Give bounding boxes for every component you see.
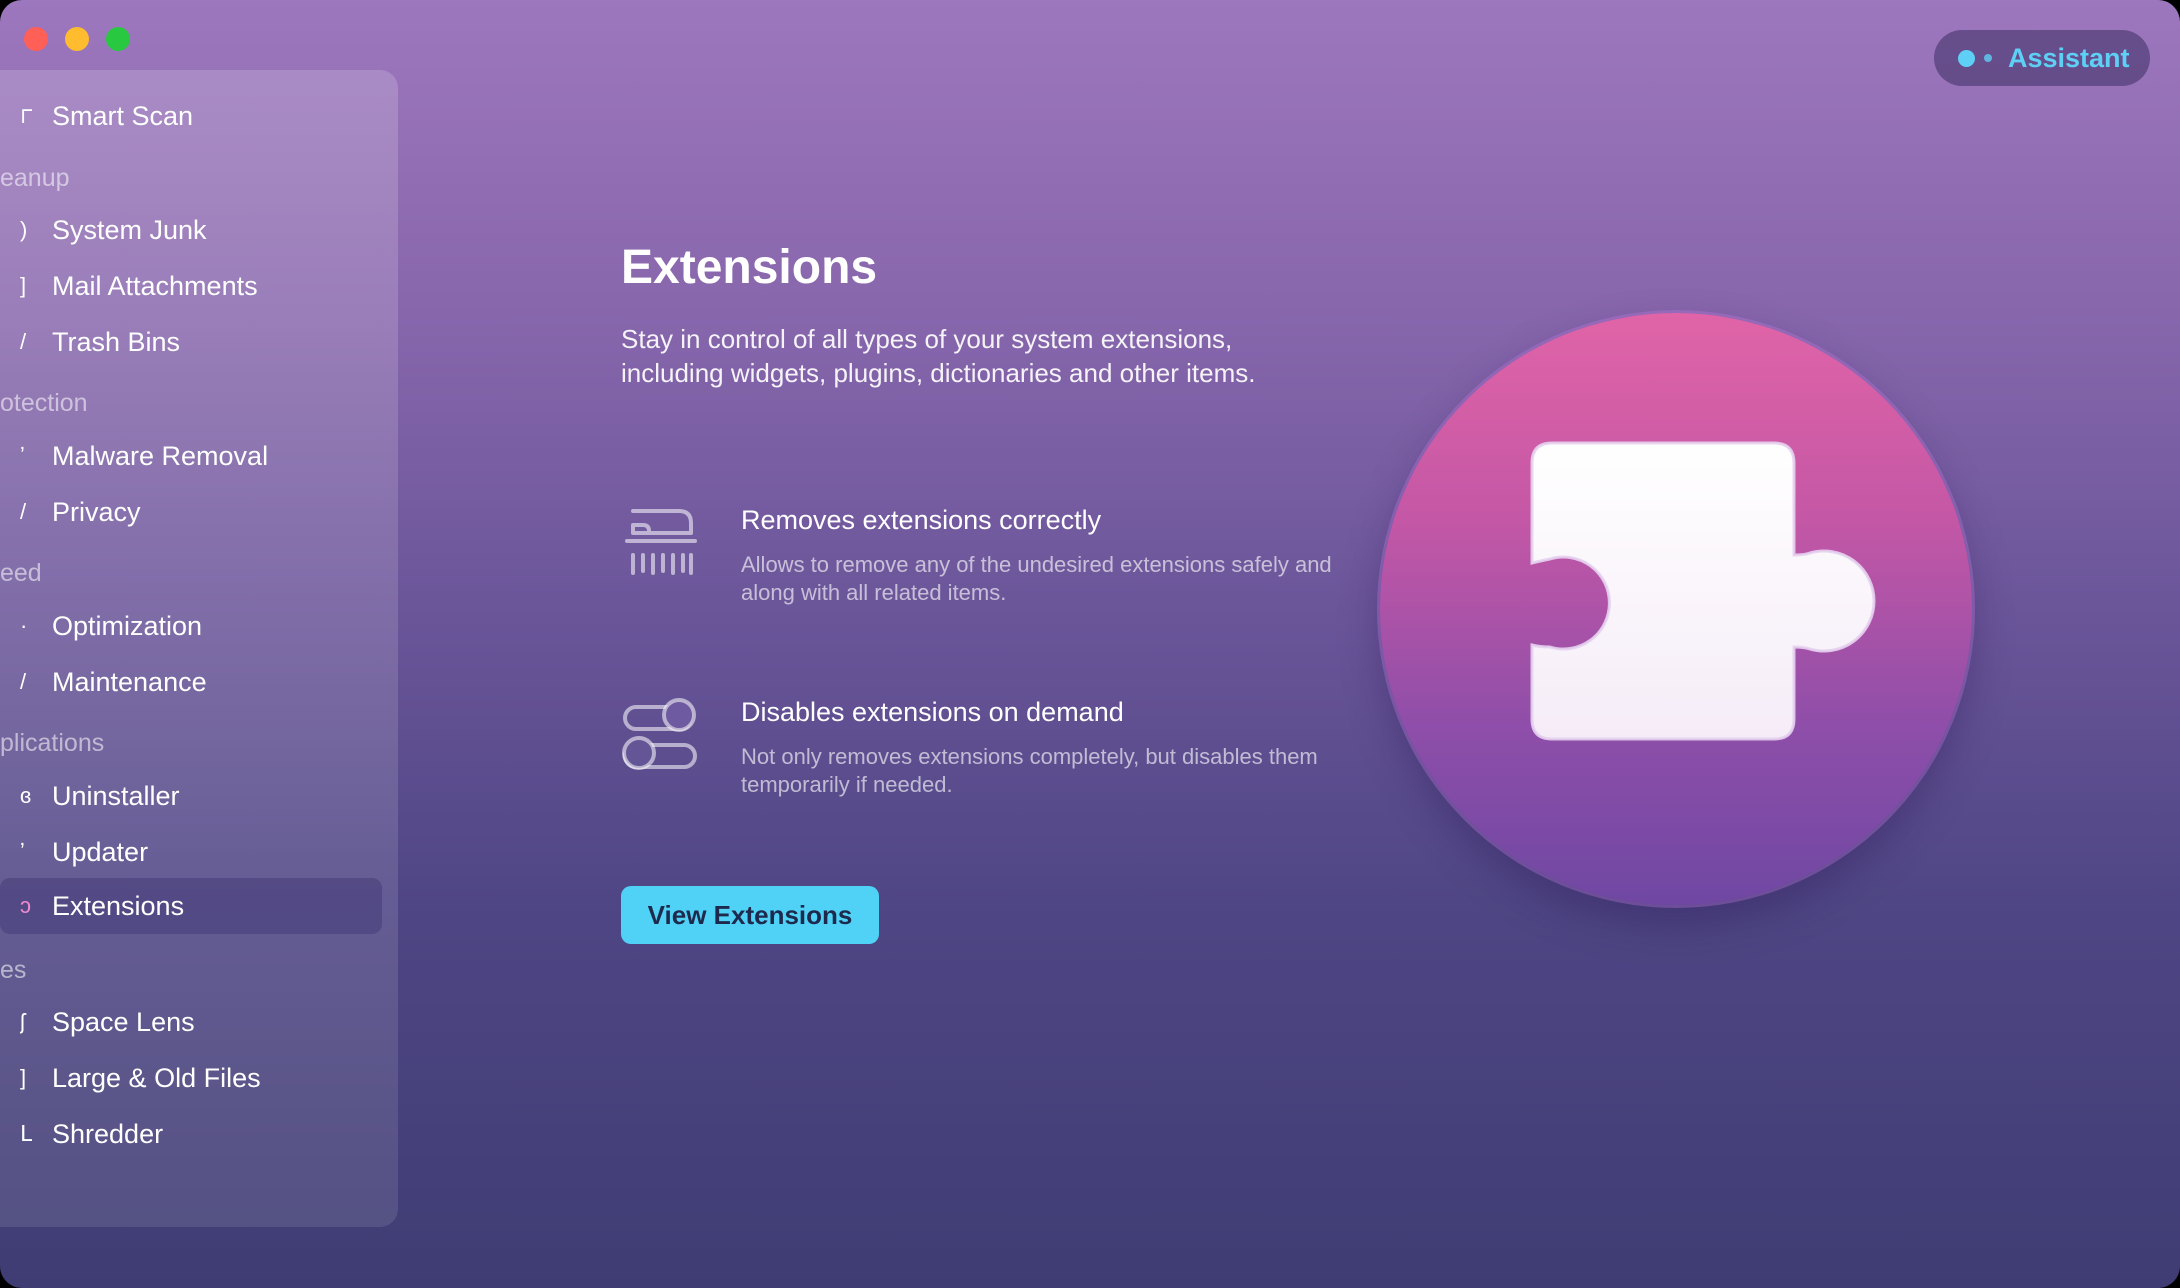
privacy-icon: /: [20, 500, 27, 524]
sidebar-item-trash-bins[interactable]: / Trash Bins: [20, 314, 382, 370]
assistant-dot-small-icon: [1984, 54, 1992, 62]
window-controls: [24, 27, 130, 51]
sidebar-section-cleanup: eanup: [0, 164, 70, 192]
shredder-icon: ᒪ: [20, 1122, 32, 1146]
feature-text: Allows to remove any of the undesired ex…: [741, 552, 1332, 605]
extensions-icon: ɔ: [20, 894, 31, 918]
sidebar-item-space-lens[interactable]: ʃ Space Lens: [20, 994, 382, 1050]
optimization-icon: ·: [20, 614, 28, 638]
space-lens-icon: ʃ: [20, 1010, 25, 1034]
smart-scan-icon: ⊓: [20, 104, 32, 128]
mail-attachments-icon: ]: [20, 274, 27, 298]
sidebar-item-label: Shredder: [52, 1118, 164, 1149]
sidebar-item-label: Mail Attachments: [52, 270, 258, 301]
view-extensions-button[interactable]: View Extensions: [621, 886, 879, 944]
sidebar-section-applications: plications: [0, 729, 105, 757]
app-window: ⊓ Smart Scan eanup ) System Junk ] Mail …: [0, 0, 2180, 1288]
sidebar-section-files: es: [0, 956, 27, 984]
sidebar-item-label: Privacy: [52, 496, 141, 527]
sidebar-item-optimization[interactable]: · Optimization: [20, 598, 382, 654]
sidebar-item-mail-attachments[interactable]: ] Mail Attachments: [20, 258, 382, 314]
sidebar-item-updater[interactable]: ʼ Updater: [20, 824, 382, 880]
sidebar-item-system-junk[interactable]: ) System Junk: [20, 202, 382, 258]
close-window-button[interactable]: [24, 27, 48, 51]
sidebar-item-shredder[interactable]: ᒪ Shredder: [20, 1106, 382, 1162]
feature-text: Not only removes extensions completely, …: [741, 744, 1318, 797]
maximize-window-button[interactable]: [106, 27, 130, 51]
sidebar-item-smart-scan[interactable]: ⊓ Smart Scan: [20, 88, 382, 144]
shredder-icon: [625, 509, 697, 575]
sidebar-item-malware-removal[interactable]: ʼ Malware Removal: [20, 428, 382, 484]
sidebar-item-label: Malware Removal: [52, 440, 269, 471]
assistant-label: Assistant: [2008, 42, 2130, 73]
system-junk-icon: ): [20, 218, 28, 242]
uninstaller-icon: ɞ: [20, 784, 32, 808]
sidebar-item-label: Trash Bins: [52, 326, 181, 357]
sidebar-item-label: Smart Scan: [52, 100, 194, 131]
extensions-illustration: [1380, 313, 1972, 905]
page-title: Extensions: [621, 241, 878, 294]
sidebar-item-label: Extensions: [52, 890, 185, 921]
assistant-dot-icon: [1958, 49, 1975, 67]
sidebar-item-label: Large & Old Files: [52, 1062, 261, 1093]
feature-remove: Removes extensions correctly Allows to r…: [621, 505, 1381, 615]
sidebar-item-label: Space Lens: [52, 1006, 195, 1037]
sidebar-item-label: Updater: [52, 836, 149, 867]
feature-disable: Disables extensions on demand Not only r…: [621, 697, 1381, 807]
sidebar-item-large-old-files[interactable]: ] Large & Old Files: [20, 1050, 382, 1106]
malware-removal-icon: ʼ: [20, 444, 25, 468]
puzzle-piece-icon: [1530, 441, 1876, 741]
sidebar-item-maintenance[interactable]: / Maintenance: [20, 654, 382, 710]
sidebar-item-label: Maintenance: [52, 666, 207, 697]
sidebar-item-privacy[interactable]: / Privacy: [20, 484, 382, 540]
sidebar-section-protection: otection: [0, 389, 88, 417]
toggle-switches-icon: [622, 698, 697, 770]
assistant-button[interactable]: Assistant: [1934, 30, 2150, 86]
maintenance-icon: /: [20, 670, 27, 694]
sidebar-item-label: System Junk: [52, 214, 207, 245]
sidebar-item-label: Optimization: [52, 610, 203, 641]
sidebar-item-extensions[interactable]: ɔ Extensions: [0, 878, 382, 934]
updater-icon: ʼ: [20, 840, 25, 864]
sidebar-item-label: Uninstaller: [52, 780, 180, 811]
sidebar-section-speed: eed: [0, 559, 42, 587]
feature-heading: Disables extensions on demand: [741, 697, 1124, 727]
feature-heading: Removes extensions correctly: [741, 505, 1102, 535]
page-description: Stay in control of all types of your sys…: [621, 324, 1256, 388]
trash-bins-icon: /: [20, 330, 27, 354]
sidebar-item-uninstaller[interactable]: ɞ Uninstaller: [20, 768, 382, 824]
minimize-window-button[interactable]: [65, 27, 89, 51]
large-old-files-icon: ]: [20, 1066, 27, 1090]
